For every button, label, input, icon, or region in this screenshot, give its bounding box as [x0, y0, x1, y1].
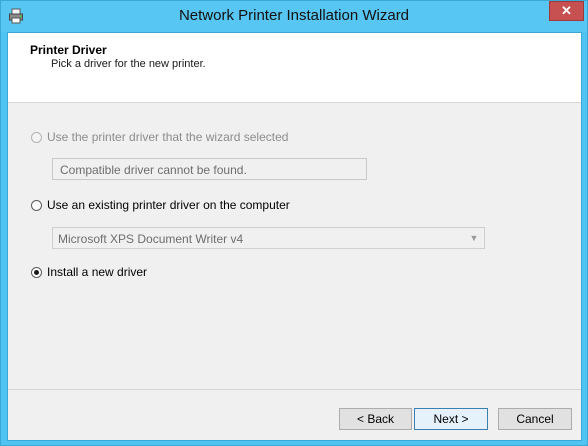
- page-title: Printer Driver: [30, 43, 107, 57]
- page-subtitle: Pick a driver for the new printer.: [51, 58, 206, 70]
- existing-driver-radio[interactable]: [31, 199, 42, 211]
- chevron-down-icon: ▼: [469, 233, 479, 243]
- existing-driver-dropdown: Microsoft XPS Document Writer v4 ▼: [52, 227, 485, 249]
- existing-driver-label[interactable]: Use an existing printer driver on the co…: [47, 198, 290, 212]
- wizard-driver-option: Use the printer driver that the wizard s…: [31, 130, 288, 144]
- install-new-driver-label[interactable]: Install a new driver: [47, 265, 147, 279]
- footer-divider: [8, 389, 581, 390]
- compatible-driver-field: Compatible driver cannot be found.: [52, 158, 367, 180]
- install-new-driver-radio[interactable]: [31, 266, 42, 278]
- cancel-button[interactable]: Cancel: [498, 408, 572, 430]
- wizard-driver-radio: [31, 131, 42, 143]
- close-button[interactable]: ✕: [549, 1, 584, 21]
- existing-driver-option[interactable]: Use an existing printer driver on the co…: [31, 198, 290, 212]
- wizard-client-area: Printer Driver Pick a driver for the new…: [7, 32, 582, 441]
- next-button[interactable]: Next >: [414, 408, 488, 430]
- wizard-header: Printer Driver Pick a driver for the new…: [8, 33, 581, 103]
- window-title: Network Printer Installation Wizard: [178, 7, 410, 24]
- wizard-driver-label: Use the printer driver that the wizard s…: [47, 130, 289, 144]
- back-button[interactable]: < Back: [339, 408, 412, 430]
- title-bar[interactable]: Network Printer Installation Wizard ✕: [1, 1, 587, 32]
- existing-driver-dropdown-value: Microsoft XPS Document Writer v4: [58, 232, 244, 246]
- install-new-driver-option[interactable]: Install a new driver: [31, 265, 147, 279]
- wizard-window: Network Printer Installation Wizard ✕ Pr…: [0, 0, 588, 446]
